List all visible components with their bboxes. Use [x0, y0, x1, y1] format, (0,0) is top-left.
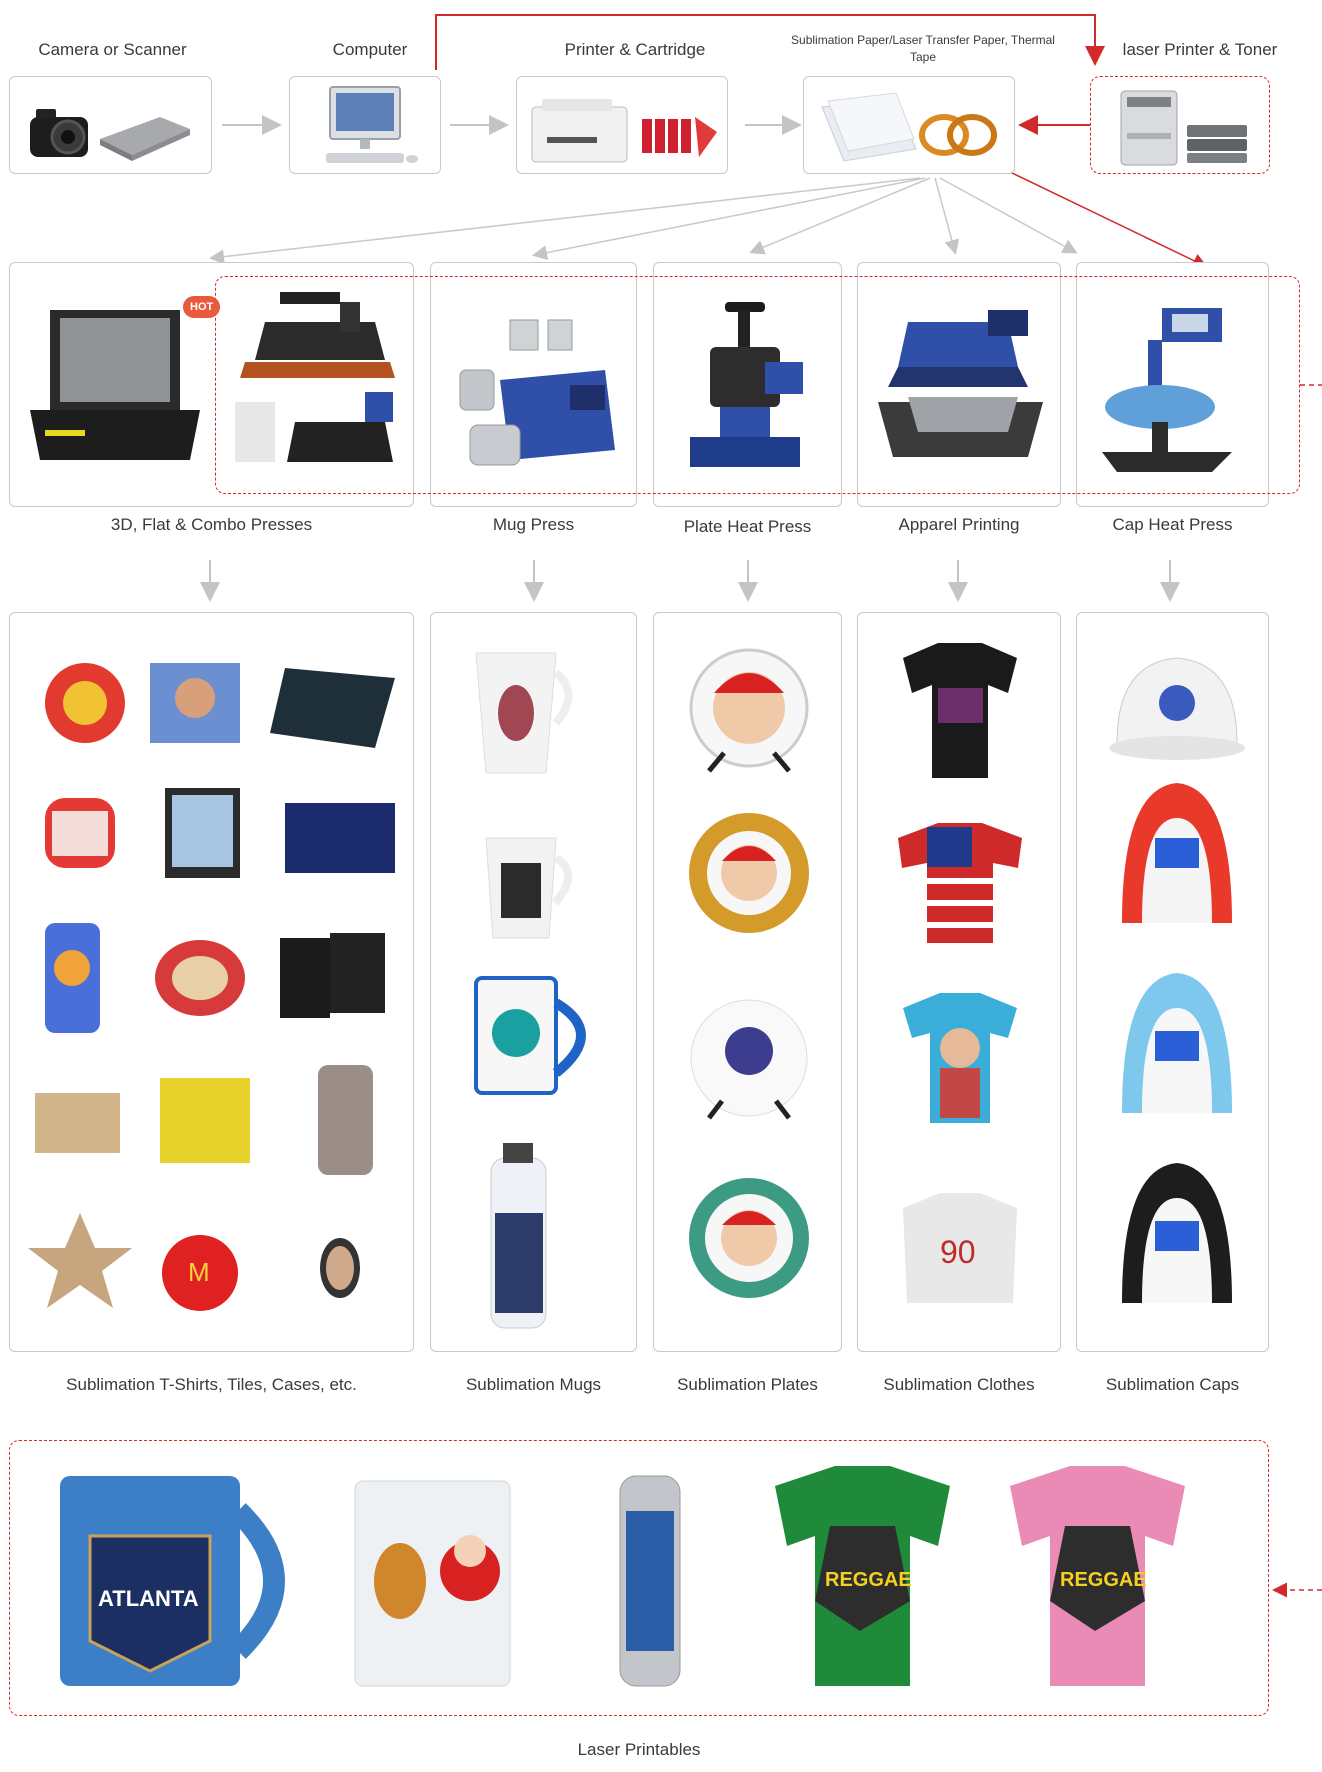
- computer-label: Computer: [332, 40, 408, 59]
- mug-text: ATLANTA: [98, 1586, 199, 1611]
- paper-tape-icon: [821, 92, 997, 162]
- tshirt-text-pink: REGGAE: [1060, 1569, 1147, 1591]
- products-box-mugs: [430, 612, 637, 1352]
- laser-printables-label: Laser Printables: [577, 1740, 701, 1759]
- camera-scanner-icon: [30, 109, 190, 161]
- products-box-clothes: 90: [857, 612, 1061, 1352]
- press-label-plate: Plate Heat Press: [683, 517, 812, 536]
- product-label-caps: Sublimation Caps: [1105, 1375, 1240, 1394]
- product-label-mugs: Sublimation Mugs: [465, 1375, 602, 1394]
- laser-printer-box: [1090, 76, 1270, 174]
- arrow-paper-cap: [939, 177, 1078, 254]
- press-label-cap: Cap Heat Press: [1112, 515, 1233, 534]
- arrow-paper-apparel: [934, 177, 960, 255]
- svg-text:90: 90: [940, 1234, 976, 1270]
- printer-box: [516, 76, 728, 174]
- press-label-apparel: Apparel Printing: [898, 515, 1020, 534]
- product-label-clothes: Sublimation Clothes: [883, 1375, 1035, 1394]
- arrow-paper-laser-group: [1009, 171, 1208, 268]
- press-label-3d: 3D, Flat & Combo Presses: [110, 515, 313, 534]
- mugs-column: [474, 652, 586, 1329]
- plates-column: [689, 648, 809, 1298]
- misc-products-grid: M: [28, 663, 395, 1311]
- cap-press-icon: [1102, 308, 1232, 472]
- computer-icon: [326, 86, 418, 163]
- products-box-caps: [1076, 612, 1269, 1352]
- computer-box: [289, 76, 441, 174]
- flat-combo-press-icon: [235, 292, 395, 462]
- hot-badge: HOT: [183, 296, 221, 318]
- arrow-paper-mug: [532, 177, 926, 261]
- paper-box: [803, 76, 1015, 174]
- plate-press-icon: [690, 302, 803, 467]
- 3d-press-icon: [30, 310, 200, 460]
- arrow-paper-plate: [749, 177, 931, 255]
- paper-label: Sublimation Paper/Laser Transfer Paper, …: [791, 33, 1055, 64]
- product-label-plates: Sublimation Plates: [677, 1375, 818, 1394]
- clothes-column: 90: [898, 643, 1022, 1303]
- svg-text:M: M: [188, 1257, 210, 1287]
- laser-printer-label: laser Printer & Toner: [1122, 40, 1278, 59]
- product-label-misc: Sublimation T-Shirts, Tiles, Cases, etc.: [66, 1375, 357, 1394]
- laser-printables-box: ATLANTA REGGAE REGGAE: [9, 1440, 1269, 1716]
- products-box-misc: M: [9, 612, 414, 1352]
- tshirt-text-green: REGGAE: [825, 1569, 912, 1591]
- camera-box: [9, 76, 212, 174]
- mug-press-icon: [459, 319, 615, 466]
- printer-cartridge-icon: [531, 99, 717, 163]
- camera-label: Camera or Scanner: [38, 40, 187, 59]
- arrow-paper-3d: [209, 177, 921, 265]
- laser-printables-row: ATLANTA REGGAE REGGAE: [60, 1466, 1185, 1687]
- apparel-press-icon: [878, 310, 1043, 457]
- caps-column: [1109, 657, 1245, 1303]
- press-label-mug: Mug Press: [492, 515, 575, 534]
- printer-label: Printer & Cartridge: [564, 40, 706, 59]
- products-box-plates: [653, 612, 842, 1352]
- laser-printer-icon: [1120, 90, 1247, 166]
